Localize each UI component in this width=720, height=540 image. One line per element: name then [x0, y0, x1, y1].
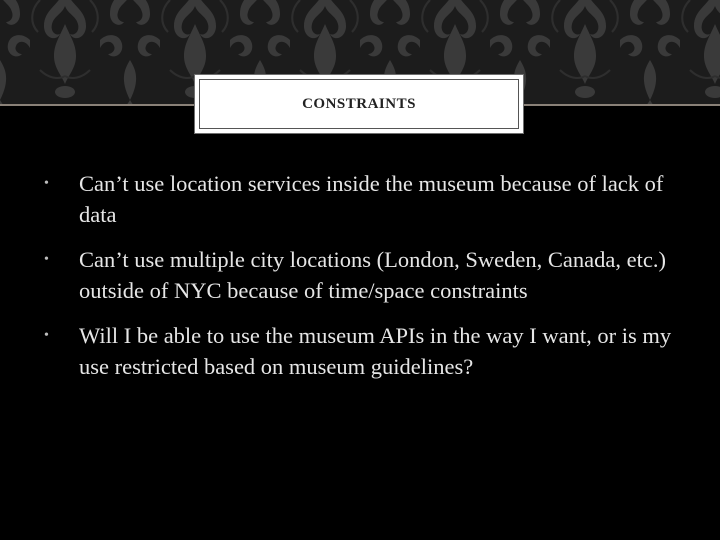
- bullet-dot-icon: •: [44, 252, 49, 267]
- bullet-item: • Will I be able to use the museum APIs …: [40, 320, 680, 382]
- title-box: CONSTRAINTS: [194, 74, 524, 134]
- bullet-item: • Can’t use multiple city locations (Lon…: [40, 244, 680, 306]
- bullet-item: • Can’t use location services inside the…: [40, 168, 680, 230]
- bullet-text: Will I be able to use the museum APIs in…: [79, 323, 672, 379]
- bullet-list: • Can’t use location services inside the…: [40, 168, 680, 396]
- slide-title: CONSTRAINTS: [302, 95, 416, 112]
- bullet-text: Can’t use location services inside the m…: [79, 171, 664, 227]
- title-box-inner-border: CONSTRAINTS: [199, 79, 519, 129]
- slide: CONSTRAINTS • Can’t use location service…: [0, 0, 720, 540]
- bullet-dot-icon: •: [44, 328, 49, 343]
- bullet-text: Can’t use multiple city locations (Londo…: [79, 247, 666, 303]
- bullet-dot-icon: •: [44, 176, 49, 191]
